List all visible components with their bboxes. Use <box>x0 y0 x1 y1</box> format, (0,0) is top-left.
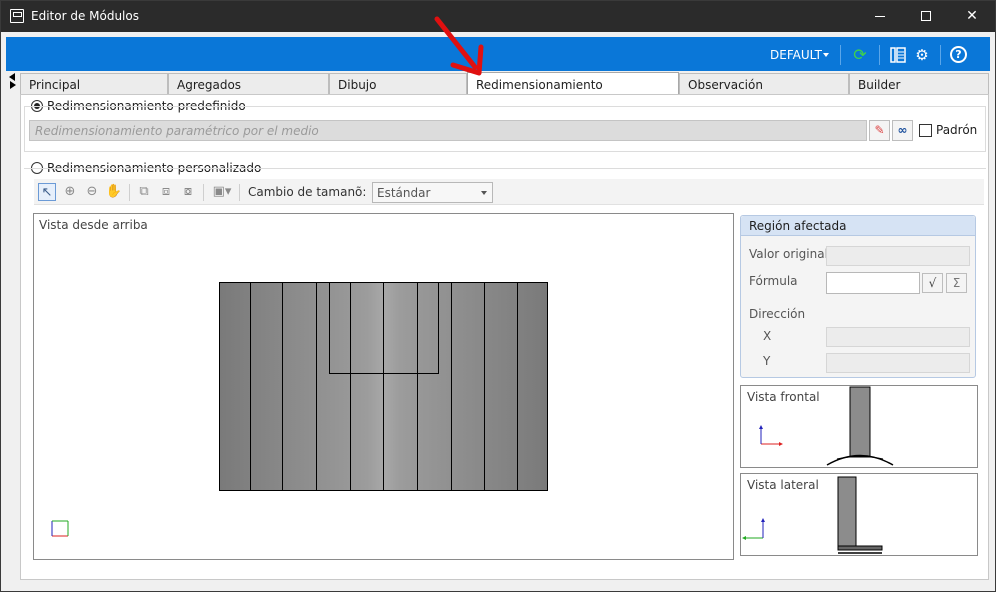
eraser-icon: ✎ <box>874 123 885 137</box>
tab-scroll-arrows[interactable] <box>8 72 18 90</box>
panel-divider <box>451 283 452 490</box>
panel-divider <box>517 283 518 490</box>
affected-region-title: Región afectada <box>741 216 975 236</box>
toolbar-separator <box>239 184 240 201</box>
y-field <box>826 353 970 373</box>
remove-region-icon[interactable]: ⧈ <box>157 183 175 201</box>
original-value-field <box>826 246 970 266</box>
tab-agregados[interactable]: Agregados <box>168 73 329 94</box>
close-button[interactable]: ✕ <box>949 1 995 32</box>
formula-label: Fórmula <box>749 274 798 288</box>
minimize-icon <box>875 16 885 17</box>
x-field <box>826 327 970 347</box>
eraser-button[interactable]: ✎ <box>869 120 890 141</box>
predefined-group: Redimensionamiento paramétrico por el me… <box>24 106 986 152</box>
window-title: Editor de Módulos <box>31 9 139 23</box>
maximize-button[interactable] <box>903 1 949 32</box>
title-bar: Editor de Módulos ✕ <box>1 1 995 32</box>
resize-label: Cambio de tamanõ: <box>248 185 367 199</box>
library-icon[interactable] <box>889 46 907 64</box>
maximize-icon <box>921 11 931 21</box>
toolbar-separator <box>940 45 941 65</box>
toolbar-separator <box>840 45 841 65</box>
original-value-label: Valor original <box>749 247 828 261</box>
profile-dropdown[interactable]: DEFAULT <box>770 48 822 62</box>
side-view-canvas[interactable]: Vista lateral <box>740 473 978 556</box>
arrow-left-icon <box>9 73 15 81</box>
pan-hand-icon[interactable]: ✋ <box>105 183 123 201</box>
add-region-icon[interactable]: ⧉ <box>135 183 153 201</box>
padron-label: Padrón <box>936 123 978 137</box>
minimize-button[interactable] <box>857 1 903 32</box>
module-drawing <box>219 282 548 491</box>
panel-divider <box>282 283 283 490</box>
toolbar-separator <box>129 184 130 201</box>
close-icon: ✕ <box>966 8 978 24</box>
binoculars-icon: ∞ <box>897 123 908 137</box>
resize-type-select[interactable]: Estándar <box>372 182 493 203</box>
toolbar-separator <box>203 184 204 201</box>
custom-toolbar: ↖ ⊕ ⊖ ✋ ⧉ ⧈ ⧇ ▣▾ Cambio de tamanõ: Están… <box>34 179 984 205</box>
settings-gears-icon[interactable]: ⚙ <box>913 46 931 64</box>
side-view-drawing <box>742 476 883 554</box>
app-icon <box>10 9 24 23</box>
tab-observacion[interactable]: Observación <box>679 73 849 94</box>
tab-redimensionamiento[interactable]: Redimensionamiento <box>467 72 679 94</box>
x-label: X <box>763 329 772 343</box>
tab-builder[interactable]: Builder <box>849 73 989 94</box>
direction-label: Dirección <box>749 307 806 321</box>
help-icon[interactable]: ? <box>950 46 967 63</box>
panel-divider <box>316 283 317 490</box>
toolbar-separator <box>879 45 880 65</box>
cube-view-icon[interactable]: ▣▾ <box>209 183 235 201</box>
sqrt-button[interactable]: √ <box>922 273 943 293</box>
sum-button[interactable]: Σ <box>946 273 967 293</box>
top-view-label: Vista desde arriba <box>39 218 148 232</box>
axes-icon <box>51 520 69 537</box>
top-view-canvas[interactable]: Vista desde arriba <box>33 213 734 560</box>
red-arrow-annotation <box>434 16 484 76</box>
panel-divider <box>250 283 251 490</box>
padron-checkbox[interactable] <box>919 124 932 137</box>
refresh-icon[interactable]: ⟳ <box>851 46 869 64</box>
formula-input[interactable] <box>826 272 920 294</box>
affected-region-panel: Región afectada Valor original Fórmula √… <box>740 215 976 378</box>
arrow-right-icon <box>10 81 16 89</box>
resize-panel: Redimensionamiento predefinido Redimensi… <box>20 94 989 580</box>
inner-region <box>329 283 439 374</box>
select-tool-icon[interactable]: ↖ <box>38 183 56 201</box>
module-editor-window: Editor de Módulos ✕ DEFAULT ⟳ ⚙ ? Princi… <box>0 0 996 592</box>
front-view-drawing <box>759 386 894 466</box>
search-button[interactable]: ∞ <box>892 120 913 141</box>
tab-principal[interactable]: Principal <box>20 73 168 94</box>
main-toolbar: DEFAULT ⟳ ⚙ ? <box>6 37 990 71</box>
y-label: Y <box>763 354 771 368</box>
chevron-down-icon <box>823 53 829 57</box>
front-view-canvas[interactable]: Vista frontal <box>740 385 978 468</box>
predefined-resize-field[interactable]: Redimensionamiento paramétrico por el me… <box>29 120 867 141</box>
panel-divider <box>484 283 485 490</box>
edit-region-icon[interactable]: ⧇ <box>179 183 197 201</box>
zoom-in-icon[interactable]: ⊕ <box>61 183 79 201</box>
zoom-out-icon[interactable]: ⊖ <box>83 183 101 201</box>
